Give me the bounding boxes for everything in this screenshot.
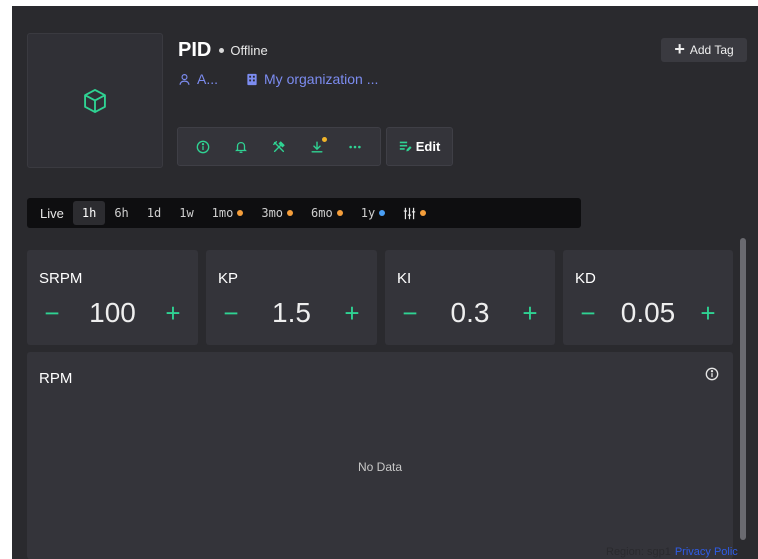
time-option-1mo[interactable]: 1mo xyxy=(203,201,253,225)
info-icon xyxy=(196,140,210,153)
edit-list-icon xyxy=(399,141,412,152)
time-option-1h[interactable]: 1h xyxy=(72,201,106,225)
time-option-label: 3mo xyxy=(261,206,284,220)
stat-card-value: 0.3 xyxy=(450,297,490,328)
time-option-label: 1mo xyxy=(211,206,234,220)
device-meta: A... My organization ... xyxy=(178,71,378,87)
bell-icon xyxy=(235,141,247,153)
increment-button[interactable]: + xyxy=(697,298,719,329)
time-option-6h[interactable]: 6h xyxy=(105,201,137,225)
region-label: Region: sgp1 xyxy=(606,546,671,558)
time-option-1w[interactable]: 1w xyxy=(170,201,202,225)
device-icon-tile xyxy=(27,33,163,168)
stat-card-label: KI xyxy=(397,270,412,287)
download-badge-dot xyxy=(322,136,327,142)
info-button[interactable] xyxy=(192,136,214,158)
device-title-row: PID Offline xyxy=(178,39,268,62)
premium-dot-icon xyxy=(237,210,244,216)
time-option-label: 1h xyxy=(81,206,97,220)
time-option-label: 1w xyxy=(179,206,194,220)
decrement-button[interactable]: − xyxy=(220,298,242,329)
download-icon xyxy=(311,140,323,153)
time-option-1d[interactable]: 1d xyxy=(138,201,170,225)
device-status: Offline xyxy=(230,43,268,58)
time-option-label: 6mo xyxy=(311,206,333,220)
owner-link[interactable]: A... xyxy=(197,71,218,87)
time-option-6mo[interactable]: 6mo xyxy=(302,201,352,225)
more-icon xyxy=(349,145,361,148)
premium-dot-icon xyxy=(420,210,427,216)
premium-dot-icon xyxy=(287,210,294,216)
stat-card-label: KD xyxy=(575,270,596,287)
privacy-policy-link[interactable]: Privacy Polic xyxy=(675,546,738,558)
cube-icon xyxy=(84,88,106,113)
tools-icon xyxy=(273,140,285,152)
more-button[interactable] xyxy=(344,136,366,158)
time-option-3mo[interactable]: 3mo xyxy=(252,201,302,225)
stat-card-value: 1.5 xyxy=(272,297,311,328)
info-icon xyxy=(705,367,719,381)
panel-info-button[interactable] xyxy=(705,367,719,386)
time-option-label: 1d xyxy=(146,206,162,220)
vertical-scrollbar[interactable] xyxy=(740,238,746,540)
sliders-icon xyxy=(404,207,416,219)
time-option-live[interactable]: Live xyxy=(31,201,73,225)
plus-icon: + xyxy=(674,39,685,59)
premium-dot-icon xyxy=(379,210,386,216)
organization-link[interactable]: My organization ... xyxy=(264,71,378,87)
download-button[interactable] xyxy=(306,136,328,158)
rpm-chart-panel: RPM No Data xyxy=(27,352,733,559)
decrement-button[interactable]: − xyxy=(41,298,63,329)
premium-dot-icon xyxy=(336,210,343,216)
device-title: PID xyxy=(178,39,212,61)
decrement-button[interactable]: − xyxy=(399,298,421,329)
time-range-selector: Live 1h 6h 1d 1w 1mo 3mo 6mo 1y xyxy=(27,198,581,228)
user-icon xyxy=(179,73,190,85)
stat-card-ki: KI − 0.3 + xyxy=(385,250,555,345)
time-option-1y[interactable]: 1y xyxy=(352,201,394,225)
building-icon xyxy=(247,73,257,85)
stat-card-kp: KP − 1.5 + xyxy=(206,250,377,345)
time-option-label: 1y xyxy=(360,206,376,220)
time-option-label: 6h xyxy=(114,206,129,220)
time-option-label: Live xyxy=(40,205,64,221)
add-tag-label: Add Tag xyxy=(689,43,734,57)
increment-button[interactable]: + xyxy=(162,298,184,329)
add-tag-button[interactable]: + Add Tag xyxy=(661,38,747,62)
stat-card-srpm: SRPM − 100 + xyxy=(27,250,198,345)
edit-button[interactable]: Edit xyxy=(386,127,453,166)
empty-state-text: No Data xyxy=(357,460,403,474)
panel-title: RPM xyxy=(39,370,73,387)
device-dashboard: PID Offline A... My organization ... Edi… xyxy=(12,6,758,559)
edit-button-label: Edit xyxy=(415,139,441,154)
footer-region: Region: sgp1 Privacy Polic xyxy=(606,546,738,558)
notifications-button[interactable] xyxy=(230,136,252,158)
status-dot-icon xyxy=(219,48,225,53)
stat-card-label: KP xyxy=(218,270,239,287)
stat-card-label: SRPM xyxy=(39,270,83,287)
stat-card-kd: KD − 0.05 + xyxy=(563,250,733,345)
time-custom-button[interactable] xyxy=(394,201,435,225)
increment-button[interactable]: + xyxy=(519,298,541,329)
decrement-button[interactable]: − xyxy=(577,298,599,329)
stat-card-value: 100 xyxy=(89,297,136,328)
device-actions-toolbar xyxy=(177,127,381,166)
increment-button[interactable]: + xyxy=(341,298,363,329)
tools-button[interactable] xyxy=(268,136,290,158)
stat-card-value: 0.05 xyxy=(620,297,676,328)
